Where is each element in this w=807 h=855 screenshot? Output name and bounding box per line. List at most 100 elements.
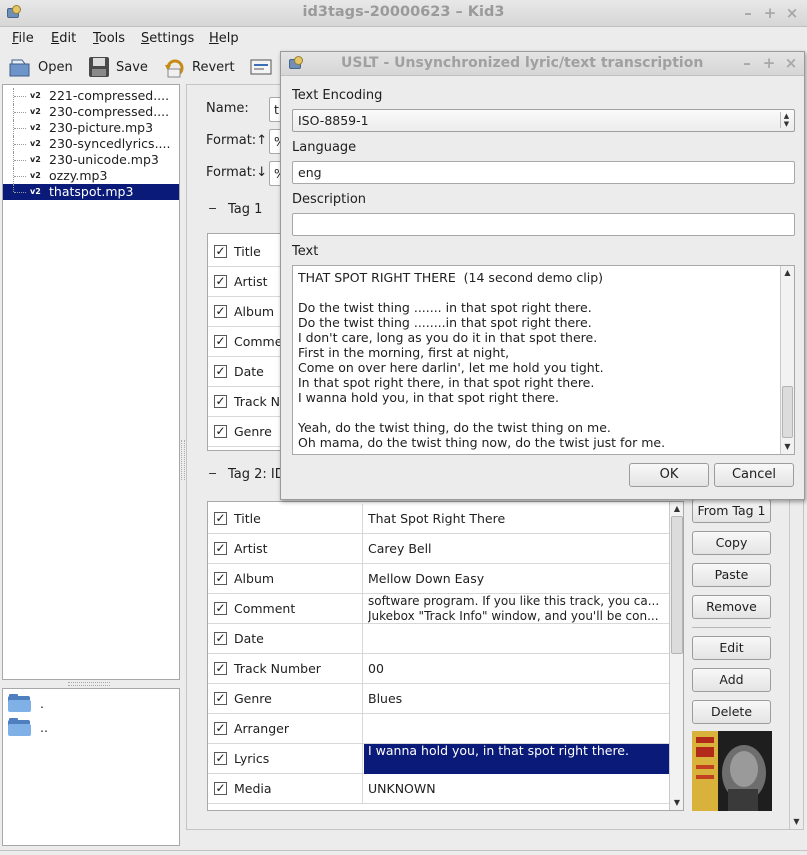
table-row: ✓ Album <box>208 297 286 327</box>
minimize-icon[interactable]: – <box>739 54 755 72</box>
menu-settings[interactable]: Settings <box>141 31 194 46</box>
scroll-down-icon[interactable]: ▼ <box>670 796 683 810</box>
scroll-thumb[interactable] <box>671 516 683 654</box>
checkbox-checked-icon[interactable]: ✓ <box>214 335 227 348</box>
table-row[interactable]: ✓ Comment software program. If you like th… <box>208 594 683 624</box>
table-row[interactable]: ✓ Title That Spot Right There <box>208 504 683 534</box>
scroll-thumb[interactable] <box>782 386 793 438</box>
checkbox-checked-icon[interactable]: ✓ <box>214 245 227 258</box>
file-item[interactable]: v2 230-syncedlyrics.... <box>3 136 179 152</box>
open-button[interactable]: Open <box>8 55 73 79</box>
tag2-table-scrollbar[interactable]: ▲ ▼ <box>669 502 683 810</box>
menu-edit[interactable]: Edit <box>51 31 76 46</box>
tag2-collapse-icon[interactable]: − <box>208 467 217 480</box>
table-row[interactable]: ✓ Album Mellow Down Easy <box>208 564 683 594</box>
close-icon[interactable]: × <box>783 54 799 72</box>
vertical-splitter[interactable] <box>181 440 185 480</box>
file-item[interactable]: v2 230-unicode.mp3 <box>3 152 179 168</box>
checkbox-checked-icon[interactable]: ✓ <box>214 662 227 675</box>
lyrics-textarea[interactable]: THAT SPOT RIGHT THERE (14 second demo cl… <box>292 265 795 455</box>
revert-button[interactable]: Revert <box>164 55 235 79</box>
table-row[interactable]: ✓ Track Number 00 <box>208 654 683 684</box>
table-row[interactable]: ✓ Genre Blues <box>208 684 683 714</box>
file-list[interactable]: v2 221-compressed.... v2 230-compressed...… <box>2 84 180 680</box>
maximize-icon[interactable]: + <box>762 4 778 22</box>
tag1-label: Tag 1 <box>228 202 263 217</box>
tag-icon-button[interactable] <box>250 55 278 79</box>
save-button[interactable]: Save <box>88 55 148 79</box>
checkbox-checked-icon[interactable]: ✓ <box>214 632 227 645</box>
table-row[interactable]: ✓ Date <box>208 624 683 654</box>
table-row: ✓ Genre <box>208 417 286 447</box>
dialog-title-bar: USLT - Unsynchronized lyric/text transcr… <box>281 52 804 76</box>
maximize-icon[interactable]: + <box>761 54 777 72</box>
album-cover-image <box>692 731 772 811</box>
from-tag1-button[interactable]: From Tag 1 <box>692 499 771 523</box>
language-label: Language <box>292 140 357 155</box>
table-row[interactable]: ✓ Arranger <box>208 714 683 744</box>
name-label: Name: <box>206 101 249 116</box>
checkbox-checked-icon[interactable]: ✓ <box>214 512 227 525</box>
lyrics-value-selected[interactable]: I wanna hold you, in that spot right the… <box>364 744 683 774</box>
file-item[interactable]: v2 ozzy.mp3 <box>3 168 179 184</box>
checkbox-checked-icon[interactable]: ✓ <box>214 572 227 585</box>
edit-button[interactable]: Edit <box>692 636 771 660</box>
checkbox-checked-icon[interactable]: ✓ <box>214 692 227 705</box>
kid3-app-icon <box>286 55 306 73</box>
window-title: id3tags-20000623 – Kid3 <box>302 4 505 20</box>
checkbox-checked-icon[interactable]: ✓ <box>214 425 227 438</box>
status-bar <box>0 850 807 855</box>
table-row-selected[interactable]: ✓ Lyrics I wanna hold you, in that spot ri… <box>208 744 683 774</box>
table-row: ✓ Commen <box>208 327 286 357</box>
encoding-label: Text Encoding <box>292 88 383 103</box>
checkbox-checked-icon[interactable]: ✓ <box>214 275 227 288</box>
checkbox-checked-icon[interactable]: ✓ <box>214 752 227 765</box>
file-item[interactable]: v2 230-picture.mp3 <box>3 120 179 136</box>
tag2-table: ✓ Title That Spot Right There ✓ Artist Carey… <box>207 501 684 811</box>
scroll-up-icon[interactable]: ▲ <box>781 266 794 280</box>
dialog-title: USLT - Unsynchronized lyric/text transcr… <box>341 55 704 71</box>
horizontal-splitter[interactable] <box>68 682 110 686</box>
checkbox-checked-icon[interactable]: ✓ <box>214 722 227 735</box>
directory-list[interactable]: . .. <box>2 688 180 846</box>
checkbox-checked-icon[interactable]: ✓ <box>214 365 227 378</box>
minimize-icon[interactable]: – <box>740 4 756 22</box>
scroll-down-icon[interactable]: ▼ <box>790 815 803 829</box>
language-field[interactable]: eng <box>292 161 795 184</box>
remove-button[interactable]: Remove <box>692 595 771 619</box>
lyrics-text[interactable]: THAT SPOT RIGHT THERE (14 second demo cl… <box>298 270 776 452</box>
scroll-down-icon[interactable]: ▼ <box>781 440 794 454</box>
lyrics-scrollbar[interactable]: ▲ ▼ <box>780 266 794 454</box>
dir-item[interactable]: .. <box>8 716 48 738</box>
scroll-up-icon[interactable]: ▲ <box>670 502 683 516</box>
checkbox-checked-icon[interactable]: ✓ <box>214 782 227 795</box>
ok-button[interactable]: OK <box>629 463 709 487</box>
table-row[interactable]: ✓ Media UNKNOWN <box>208 774 683 804</box>
delete-button[interactable]: Delete <box>692 700 771 724</box>
table-row: ✓ Date <box>208 357 286 387</box>
menu-tools[interactable]: Tools <box>93 31 125 46</box>
checkbox-checked-icon[interactable]: ✓ <box>214 395 227 408</box>
button-separator <box>692 627 771 628</box>
close-icon[interactable]: × <box>784 4 800 22</box>
file-item[interactable]: v2 221-compressed.... <box>3 88 179 104</box>
copy-button[interactable]: Copy <box>692 531 771 555</box>
table-row[interactable]: ✓ Artist Carey Bell <box>208 534 683 564</box>
tag1-collapse-icon[interactable]: − <box>208 202 217 215</box>
cancel-button[interactable]: Cancel <box>714 463 794 487</box>
file-item-selected[interactable]: v2 thatspot.mp3 <box>3 184 179 200</box>
paste-button[interactable]: Paste <box>692 563 771 587</box>
menu-help[interactable]: Help <box>209 31 239 46</box>
checkbox-checked-icon[interactable]: ✓ <box>214 602 227 615</box>
description-label: Description <box>292 192 367 207</box>
file-item[interactable]: v2 230-compressed.... <box>3 104 179 120</box>
format-down-label: Format:↓ <box>206 165 268 180</box>
list-icon <box>250 59 272 75</box>
encoding-select[interactable]: ISO-8859-1 ▲ ▼ <box>292 109 795 132</box>
checkbox-checked-icon[interactable]: ✓ <box>214 305 227 318</box>
add-button[interactable]: Add <box>692 668 771 692</box>
dir-item[interactable]: . <box>8 692 44 714</box>
menu-file[interactable]: File <box>12 31 34 46</box>
description-field[interactable] <box>292 213 795 236</box>
checkbox-checked-icon[interactable]: ✓ <box>214 542 227 555</box>
